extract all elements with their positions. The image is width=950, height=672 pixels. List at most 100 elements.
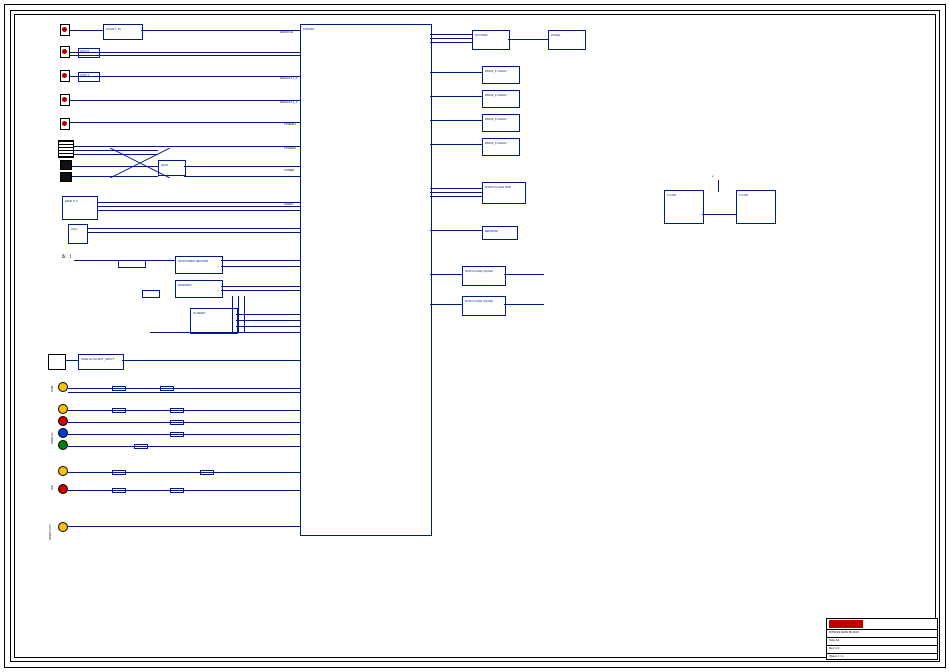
wire <box>70 55 300 56</box>
wire <box>88 232 300 233</box>
wire <box>221 286 300 287</box>
edid-label: EDID X 2 <box>65 199 78 203</box>
wire <box>141 30 300 31</box>
wire <box>68 388 300 389</box>
ddr3-1-label: DDR3_2 (2Gbit) <box>485 93 507 97</box>
wire <box>236 326 300 327</box>
wire <box>66 360 78 361</box>
tb-title: MT5329 MAIN BLOCK <box>829 630 859 634</box>
ddr3-3: DDR3_4 (2Gbit) <box>482 138 520 156</box>
wire <box>68 392 300 393</box>
if-demo-label: IF DEMO <box>193 311 206 315</box>
wire <box>430 72 482 73</box>
wire <box>68 422 300 423</box>
sideav-label: SIDE AV <box>50 433 54 444</box>
crossover-icon <box>110 148 170 178</box>
iic-sensor-block: I2C/POWER SENSOR <box>175 256 223 274</box>
esd-block: ESDM352 <box>175 280 223 298</box>
eeprom-block: EEPROM <box>482 226 518 240</box>
ddr3-2: DDR3_3 (2Gbit) <box>482 114 520 132</box>
wire <box>70 52 300 53</box>
scart-conn <box>48 354 66 370</box>
ddr3-0-label: DDR3_1 (2Gbit) <box>485 69 507 73</box>
nor1-block: NOR FLASH (Opt01) <box>462 266 506 286</box>
wire <box>70 30 103 31</box>
hp-jack-1 <box>58 466 68 476</box>
schematic-sheet: MT5329 NT7168A PANEL DDR3_1 (2Gbit) DDR3… <box>0 0 950 672</box>
tb-sheet: 1 / 1 <box>838 654 844 658</box>
tiny-box-a <box>118 260 146 268</box>
av-jack-g <box>58 440 68 450</box>
antenna-stem <box>718 180 719 192</box>
title-block: MT5329 MAIN BLOCK Size A1 Rev 1.0 Sheet … <box>826 618 938 660</box>
vga-block: VGA <box>68 224 88 244</box>
tcon-left: T-CON <box>664 190 704 224</box>
wire <box>430 304 462 305</box>
eeprom-label: EEPROM <box>485 229 498 233</box>
tiny-box-b <box>142 290 160 298</box>
wire <box>68 410 300 411</box>
scart-in-block: SCART_IN <box>103 24 143 40</box>
nor1-label: NOR FLASH (Opt01) <box>465 269 493 273</box>
wire <box>430 192 482 193</box>
wire <box>430 230 482 231</box>
wire <box>144 260 175 261</box>
vga-label: VGA <box>71 227 77 231</box>
tcon-right-label: T-CON <box>739 193 748 197</box>
sideav-scart-block: SIDE AV SCART_INPUT <box>78 354 124 370</box>
wire <box>430 96 482 97</box>
dip-connector <box>58 140 74 158</box>
wire <box>68 472 300 473</box>
wire <box>74 260 118 261</box>
wire <box>430 196 482 197</box>
ddr3-1: DDR3_2 (2Gbit) <box>482 90 520 108</box>
nor2-label: NOR FLASH (Opt02) <box>465 299 493 303</box>
wire <box>221 266 300 267</box>
wire <box>430 144 482 145</box>
tcon-right: T-CON <box>736 190 776 224</box>
wire <box>221 260 300 261</box>
wire <box>430 188 482 189</box>
usb-side-label: USB <box>50 386 54 392</box>
av-jack-y <box>58 404 68 414</box>
left-port-5 <box>60 160 72 170</box>
usb-jack <box>58 382 68 392</box>
main-ic-label: MT5329 <box>303 27 314 31</box>
tb-rev: 1.0 <box>835 646 839 650</box>
left-port-1 <box>60 46 70 58</box>
antenna-icon: γ <box>712 174 714 178</box>
esd-label: ESDM352 <box>178 283 192 287</box>
tcon-left-label: T-CON <box>667 193 676 197</box>
left-port-6 <box>60 172 72 182</box>
wire <box>430 120 482 121</box>
wire <box>68 446 300 447</box>
pin-lbl-5: TUNER <box>284 168 294 172</box>
if-demo-block: IF DEMO <box>190 308 238 334</box>
wire <box>430 274 462 275</box>
wire <box>236 320 300 321</box>
nor2-block: NOR FLASH (Opt02) <box>462 296 506 316</box>
main-ic: MT5329 <box>300 24 432 536</box>
wire <box>430 34 472 35</box>
tb-size: A1 <box>836 638 840 642</box>
wire <box>221 290 300 291</box>
nand-block: NAND FLASH 2GB <box>482 182 526 204</box>
iic-sensor-label: I2C/POWER SENSOR <box>178 259 208 263</box>
av-jack-r <box>58 416 68 426</box>
wire <box>184 166 300 167</box>
wire <box>702 214 736 215</box>
edid-block: EDID X 2 <box>62 196 98 220</box>
wire <box>184 176 300 177</box>
nt7168a-block: NT7168A <box>472 30 510 50</box>
wire <box>430 38 472 39</box>
wire <box>98 206 300 207</box>
wire <box>504 274 544 275</box>
wire <box>504 304 544 305</box>
wire <box>508 39 548 40</box>
wire <box>236 314 300 315</box>
spdif-label: SPDIF OUT <box>48 524 52 540</box>
wire <box>70 76 300 77</box>
hp-jack-2 <box>58 484 68 494</box>
spdif-jack <box>58 522 68 532</box>
left-port-2 <box>60 70 70 82</box>
